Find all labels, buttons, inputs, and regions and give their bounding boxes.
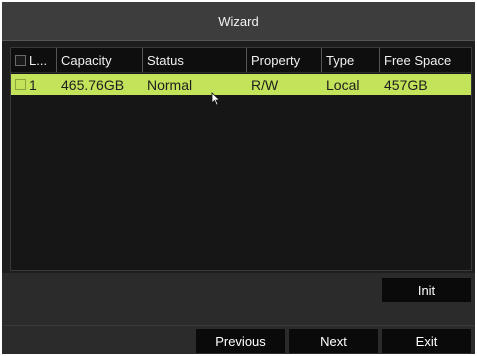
button-bar: Init Previous Next Exit [2, 273, 475, 354]
init-button[interactable]: Init [382, 278, 471, 302]
exit-button[interactable]: Exit [382, 329, 471, 353]
column-header-type[interactable]: Type [322, 48, 380, 72]
mouse-cursor-icon [211, 92, 221, 106]
status-cell: Normal [147, 76, 193, 93]
previous-button[interactable]: Previous [196, 329, 285, 353]
wizard-window: Wizard L... Capacity Status Property Typ… [2, 2, 475, 354]
column-header-capacity[interactable]: Capacity [57, 48, 143, 72]
table-header: L... Capacity Status Property Type Free … [11, 48, 471, 73]
next-button[interactable]: Next [289, 329, 378, 353]
row-checkbox[interactable] [15, 79, 26, 90]
column-header-status[interactable]: Status [143, 48, 247, 72]
row-label-cell: 1 [11, 74, 57, 95]
free-space-cell: 457GB [384, 76, 428, 93]
table-row[interactable]: 1 465.76GB Normal R/W Local 457GB [11, 74, 471, 95]
title-bar: Wizard [2, 2, 475, 41]
window-title: Wizard [218, 13, 259, 29]
type-cell: Local [326, 76, 360, 93]
capacity-cell: 465.76GB [61, 76, 125, 93]
column-header-property[interactable]: Property [247, 48, 322, 72]
select-all-checkbox[interactable] [15, 54, 26, 66]
hdd-table: L... Capacity Status Property Type Free … [10, 47, 472, 271]
column-header-free-space[interactable]: Free Space [380, 48, 471, 72]
column-header-label[interactable]: L... [11, 48, 57, 72]
divider [2, 325, 475, 326]
property-cell: R/W [251, 76, 279, 93]
